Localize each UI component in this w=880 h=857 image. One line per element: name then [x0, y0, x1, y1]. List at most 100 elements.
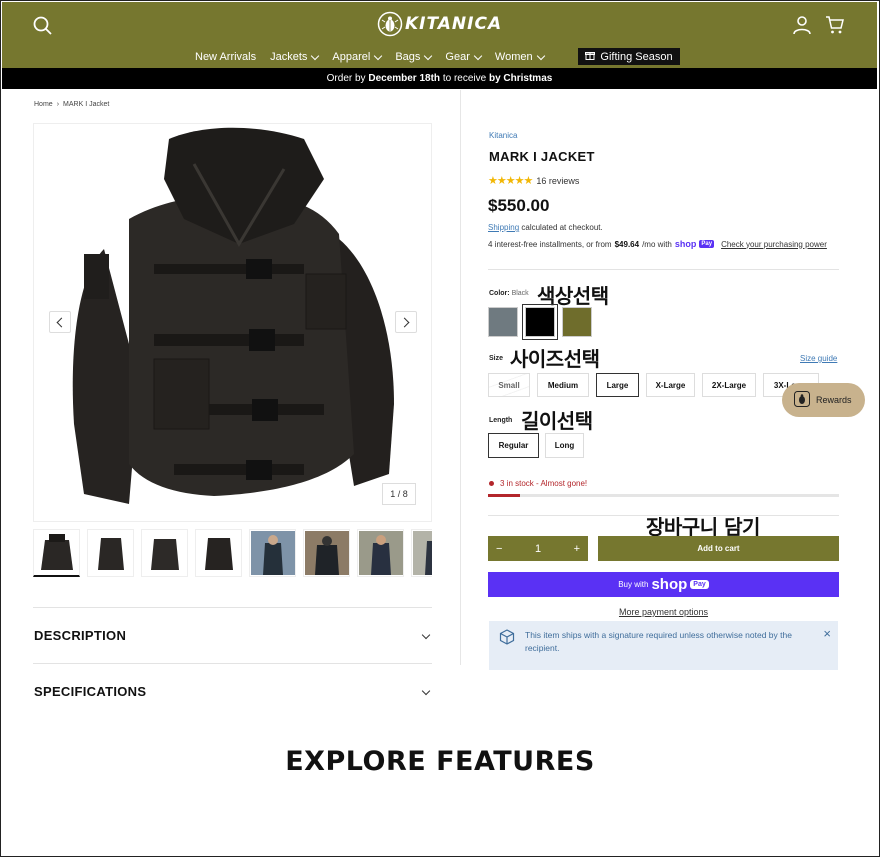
breadcrumb-home-link[interactable]: Home	[34, 101, 53, 108]
site-logo[interactable]: KITANICA	[377, 10, 502, 38]
rewards-button[interactable]: Rewards	[782, 383, 865, 417]
beetle-logo-icon	[377, 11, 403, 37]
thumbnail[interactable]	[249, 529, 296, 577]
install-text: 4 interest-free installments, or from	[488, 239, 612, 249]
explore-features-heading: EXPLORE FEATURES	[285, 746, 595, 777]
chevron-right-icon: ›	[56, 101, 60, 108]
thumbnail[interactable]	[411, 529, 432, 577]
nav-label: Jackets	[270, 51, 308, 63]
more-payment-options-link[interactable]: More payment options	[488, 607, 839, 617]
promo-middle: to receive	[440, 73, 489, 84]
shipping-text: calculated at checkout.	[519, 223, 603, 232]
vendor-link[interactable]: Kitanica	[489, 131, 517, 140]
thumbnail[interactable]	[357, 529, 404, 577]
purchasing-power-link[interactable]: Check your purchasing power	[721, 240, 827, 249]
color-label: Color: Black	[489, 290, 529, 297]
nav-apparel[interactable]: Apparel	[332, 51, 383, 63]
notice-text: This item ships with a signature require…	[525, 630, 792, 653]
shop-pay-logo: shop	[674, 239, 697, 249]
logo-wordmark: KITANICA	[405, 14, 503, 34]
install-amount: $49.64	[614, 239, 640, 249]
size-option-medium[interactable]: Medium	[537, 373, 589, 397]
promo-bar: Order by December 18th to receive by Chr…	[2, 68, 877, 89]
stock-dot-icon	[489, 481, 494, 486]
account-icon[interactable]	[791, 14, 813, 36]
buy-with-shop-pay-button[interactable]: Buy with shop Pay	[488, 572, 839, 597]
size-option-small[interactable]: Small	[488, 373, 530, 397]
nav-new-arrivals[interactable]: New Arrivals	[195, 51, 256, 63]
size-option-2x-large[interactable]: 2X-Large	[702, 373, 756, 397]
nav-bags[interactable]: Bags	[395, 51, 433, 63]
size-option-x-large[interactable]: X-Large	[646, 373, 695, 397]
color-swatch-olive[interactable]	[562, 307, 592, 337]
color-annotation: 색상선택	[537, 284, 609, 308]
thumbnail[interactable]	[303, 529, 350, 577]
product-title: MARK I JACKET	[489, 149, 595, 164]
nav-label: Apparel	[332, 51, 371, 63]
chevron-down-icon	[311, 51, 320, 60]
specifications-accordion[interactable]: SPECIFICATIONS	[34, 681, 432, 701]
product-rating[interactable]: ★★★★★ 16 reviews	[488, 174, 579, 187]
gifting-season-button[interactable]: Gifting Season	[578, 48, 680, 65]
length-options: Regular Long	[488, 433, 584, 458]
qty-plus-button[interactable]: +	[574, 543, 580, 555]
promo-date: December 18th	[368, 73, 441, 84]
length-annotation: 길이선택	[521, 409, 593, 433]
nav-women[interactable]: Women	[495, 51, 545, 63]
chevron-down-icon	[473, 51, 483, 60]
installments-note: 4 interest-free installments, or from $4…	[488, 239, 827, 249]
length-option-regular[interactable]: Regular	[488, 433, 539, 458]
shipping-note: Shipping calculated at checkout.	[488, 223, 603, 232]
install-text: /mo with	[642, 239, 672, 249]
chevron-down-icon	[424, 51, 433, 60]
stock-text: 3 in stock - Almost gone!	[500, 479, 588, 488]
thumbnail[interactable]	[141, 529, 188, 577]
qty-minus-button[interactable]: −	[496, 543, 502, 555]
nav-label: New Arrivals	[195, 51, 257, 63]
search-icon[interactable]	[32, 15, 54, 37]
gallery-prev-button[interactable]	[49, 311, 71, 333]
gift-icon	[585, 50, 596, 63]
package-icon	[499, 629, 515, 662]
promo-prefix: Order by	[326, 73, 369, 84]
size-guide-link[interactable]: Size guide	[800, 354, 837, 363]
chevron-down-icon	[374, 51, 383, 60]
qty-value[interactable]: 1	[535, 543, 541, 555]
close-icon[interactable]: ×	[823, 626, 831, 641]
nav-gear[interactable]: Gear	[445, 51, 483, 63]
column-divider	[460, 90, 461, 665]
divider	[33, 607, 432, 608]
product-image-gallery[interactable]	[33, 123, 432, 522]
shipping-link[interactable]: Shipping	[488, 223, 519, 232]
buy-with-text: Buy with	[618, 580, 649, 589]
stock-status: 3 in stock - Almost gone!	[489, 479, 587, 488]
shop-logo: shop	[651, 576, 688, 593]
signature-notice: This item ships with a signature require…	[489, 621, 838, 670]
size-annotation: 사이즈선택	[510, 347, 600, 371]
add-to-cart-button[interactable]: Add to cart	[598, 536, 839, 561]
nav-label: Gear	[445, 51, 470, 63]
pay-badge: Pay	[699, 240, 715, 248]
color-swatch-black[interactable]	[522, 304, 558, 340]
size-option-large[interactable]: Large	[596, 373, 639, 397]
nav-jackets[interactable]: Jackets	[270, 51, 320, 63]
length-option-long[interactable]: Long	[545, 433, 584, 458]
promo-suffix: by Christmas	[488, 73, 553, 84]
length-label: Length	[489, 417, 513, 424]
main-nav: New Arrivals Jackets Apparel Bags Gear W…	[195, 51, 545, 63]
thumbnail[interactable]	[33, 529, 80, 577]
thumbnail[interactable]	[195, 529, 242, 577]
accordion-title: SPECIFICATIONS	[34, 683, 147, 699]
chevron-left-icon	[56, 317, 67, 327]
gallery-next-button[interactable]	[395, 311, 417, 333]
gifting-label: Gifting Season	[600, 50, 673, 63]
cart-icon[interactable]	[825, 15, 845, 35]
rewards-beetle-icon	[794, 391, 810, 409]
description-accordion[interactable]: DESCRIPTION	[34, 625, 432, 645]
thumbnail[interactable]	[87, 529, 134, 577]
reviews-count: 16 reviews	[536, 175, 580, 186]
accordion-title: DESCRIPTION	[34, 627, 127, 643]
breadcrumb-current: MARK I Jacket	[63, 101, 110, 108]
color-swatch-grey[interactable]	[488, 307, 518, 337]
nav-label: Bags	[395, 51, 421, 63]
